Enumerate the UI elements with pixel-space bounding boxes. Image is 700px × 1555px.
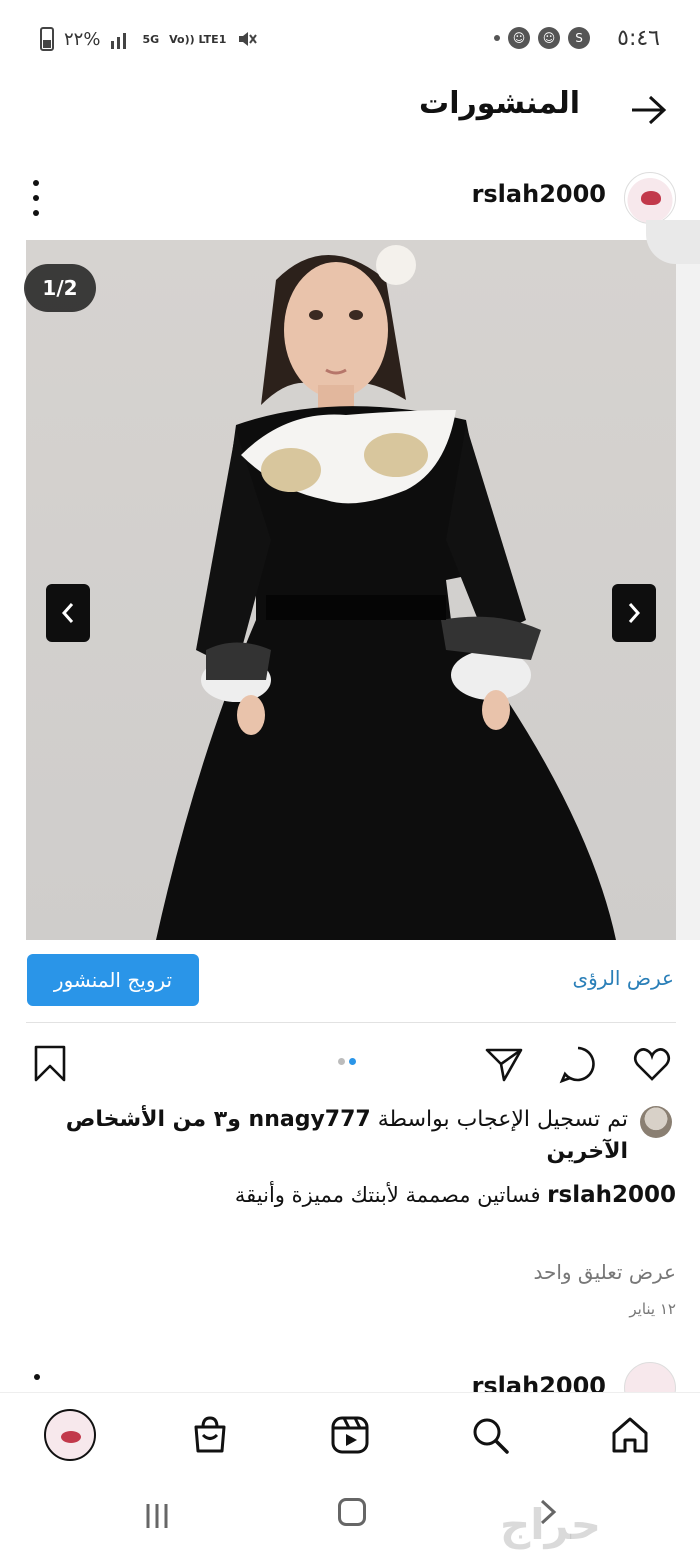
divider	[26, 1022, 676, 1023]
save-bookmark-icon[interactable]	[28, 1042, 72, 1086]
page-title: المنشورات	[419, 86, 580, 121]
volte-indicator: Vo)) LTE1	[169, 32, 227, 46]
view-insights-link[interactable]: عرض الرؤى	[572, 966, 674, 990]
view-comments-link[interactable]: عرض تعليق واحد	[534, 1260, 677, 1284]
caption-text: فساتين مصممة لأبنتك مميزة وأنيقة	[234, 1183, 548, 1207]
profile-avatar[interactable]	[44, 1409, 96, 1461]
status-left: ٢٢% 5G Vo)) LTE1	[40, 27, 258, 51]
battery-icon	[40, 27, 54, 51]
chevron-left-icon	[61, 603, 74, 623]
likes-prefix: تم تسجيل الإعجاب بواسطة	[370, 1107, 628, 1132]
status-bar: ٢٢% 5G Vo)) LTE1 ☺ ☺ S ٥:٤٦	[0, 0, 700, 80]
previous-image-button[interactable]	[46, 584, 90, 642]
chevron-right-icon	[628, 603, 641, 623]
shop-bag-icon[interactable]	[188, 1413, 232, 1457]
top-header: المنشورات	[0, 80, 700, 140]
next-image-peek	[676, 240, 700, 940]
mute-icon	[239, 32, 258, 46]
search-icon[interactable]	[468, 1413, 512, 1457]
image-counter: 1/2	[24, 264, 96, 312]
snapchat-icon: ☺	[508, 27, 530, 49]
reels-icon[interactable]	[328, 1413, 372, 1457]
notification-icons: ☺ ☺ S	[486, 27, 590, 49]
avatar-logo	[641, 191, 661, 205]
back-arrow-icon[interactable]	[626, 88, 670, 132]
post-username[interactable]: rslah2000	[472, 180, 606, 208]
recent-apps-icon[interactable]	[144, 1502, 170, 1530]
liker-avatar[interactable]	[640, 1106, 672, 1138]
bottom-navigation	[0, 1392, 700, 1482]
post-caption: rslah2000 فساتين مصممة لأبنتك مميزة وأني…	[36, 1178, 676, 1212]
photo-margin	[0, 240, 26, 940]
promote-post-button[interactable]: ترويج المنشور	[27, 954, 199, 1006]
battery-level: ٢٢%	[64, 28, 101, 50]
home-icon[interactable]	[608, 1413, 652, 1457]
likes-user[interactable]: nnagy777	[249, 1107, 371, 1132]
clock: ٥:٤٦	[617, 26, 660, 51]
caption-username[interactable]: rslah2000	[547, 1182, 676, 1208]
shazam-icon: S	[568, 27, 590, 49]
snapchat-icon: ☺	[538, 27, 560, 49]
system-home-icon[interactable]	[338, 1498, 366, 1526]
post-date: ١٢ يناير	[629, 1300, 676, 1318]
likes-summary[interactable]: تم تسجيل الإعجاب بواسطة nnagy777 و٣ من ا…	[28, 1104, 628, 1168]
carousel-indicator	[338, 1058, 356, 1065]
post-header: rslah2000	[0, 168, 700, 228]
share-paper-plane-icon[interactable]	[482, 1042, 526, 1086]
post-avatar[interactable]	[624, 172, 676, 224]
network-type: 5G	[142, 32, 160, 46]
signal-icon	[111, 33, 127, 49]
next-post-more-icon[interactable]	[34, 1374, 40, 1380]
more-notifications-icon	[494, 35, 500, 41]
haraj-watermark: حراج	[500, 1500, 602, 1549]
post-actions	[0, 1040, 700, 1090]
like-heart-icon[interactable]	[630, 1042, 674, 1086]
more-options-icon[interactable]	[26, 180, 46, 216]
dress-illustration	[156, 245, 616, 940]
comment-icon[interactable]	[556, 1042, 600, 1086]
post-image[interactable]	[26, 240, 676, 940]
next-image-button[interactable]	[612, 584, 656, 642]
